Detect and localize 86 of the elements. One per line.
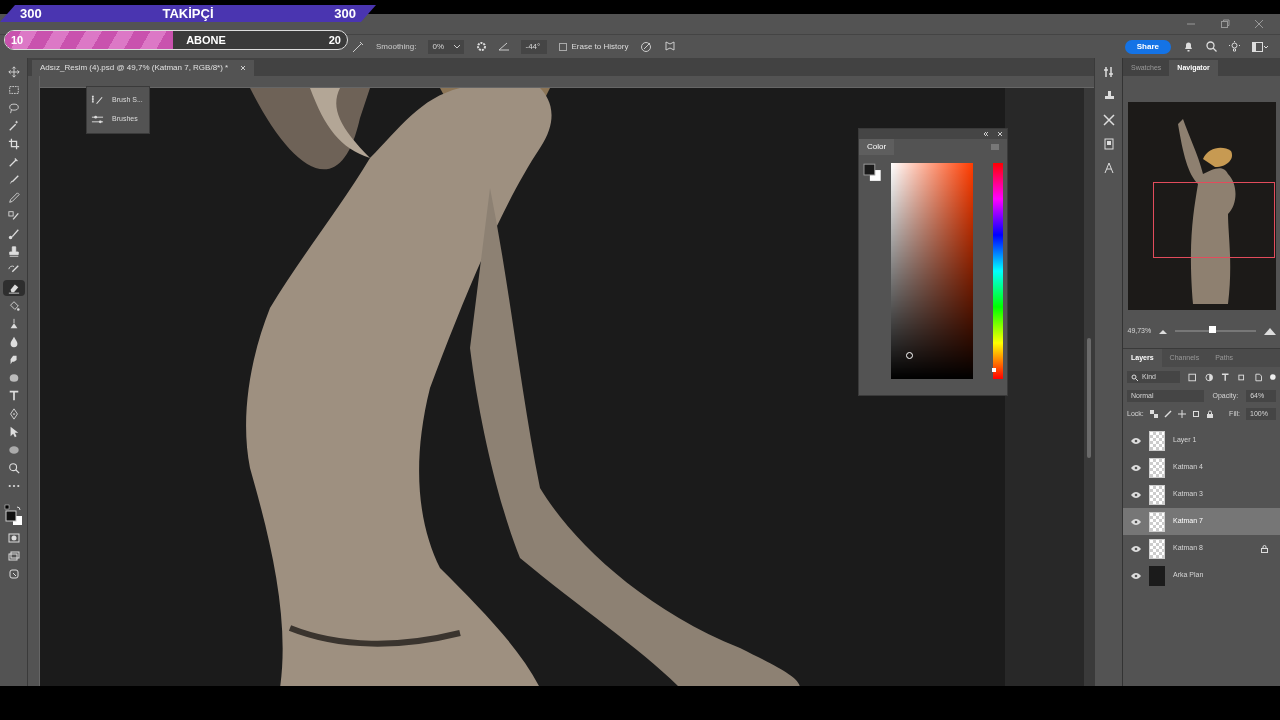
bell-icon[interactable]: [1183, 41, 1194, 52]
smoothing-label: Smoothing:: [376, 40, 417, 53]
layer-thumbnail: [1149, 457, 1165, 478]
eye-icon[interactable]: [1131, 491, 1141, 498]
smoothing-field[interactable]: 0%: [428, 39, 465, 54]
sliders-icon[interactable]: [91, 114, 104, 125]
eye-icon[interactable]: [1131, 545, 1141, 552]
crop-icon: [7, 138, 20, 150]
eyedropper-icon: [7, 156, 20, 168]
layer-thumbnail: [1149, 565, 1165, 586]
ellipse-icon: [7, 444, 20, 456]
document-tab[interactable]: Adsız_Resim (4).psd @ 49,7% (Katman 7, RGB/8*) *: [32, 60, 255, 76]
subscriber-start-count: 10: [11, 32, 24, 48]
layer-thumbnail: [1149, 511, 1165, 532]
move-lock-icon[interactable]: [1177, 410, 1186, 418]
close-icon[interactable]: [1254, 19, 1264, 29]
followers-count: 300: [20, 4, 42, 23]
close-icon[interactable]: [240, 65, 247, 71]
book-icon[interactable]: [1102, 138, 1115, 150]
layer-thumbnail: [1149, 538, 1165, 559]
share-button[interactable]: Share: [1124, 39, 1171, 54]
color-picker-field[interactable]: [890, 163, 974, 379]
erase-to-history-label[interactable]: Erase to History: [571, 40, 629, 53]
pencil-icon: [7, 192, 20, 204]
search-icon: [1131, 373, 1138, 381]
shape-filter-icon[interactable]: [1237, 372, 1246, 382]
half-circle-icon[interactable]: [1204, 372, 1213, 382]
screen-mode-icon[interactable]: [7, 550, 20, 562]
collapse-icon[interactable]: [983, 131, 989, 137]
lightbulb-icon[interactable]: [1229, 41, 1240, 52]
healing-brush-icon: [7, 210, 20, 222]
toggle-dot-icon[interactable]: [1270, 374, 1276, 380]
image-filter-icon[interactable]: [1188, 372, 1197, 382]
brush-settings-icon[interactable]: [91, 95, 104, 106]
zoom-icon: [7, 462, 20, 474]
followers-label: TAKİPÇİ: [162, 4, 214, 23]
layer-thumbnail: [1149, 430, 1165, 451]
eye-icon[interactable]: [1131, 518, 1141, 525]
move-icon: [7, 66, 20, 78]
lasso-icon: [7, 102, 20, 114]
subscriber-label: ABONE: [186, 32, 226, 48]
hue-marker[interactable]: [992, 368, 997, 373]
view-box-frame[interactable]: [1152, 182, 1275, 258]
hue-slider[interactable]: [993, 163, 1003, 379]
type-icon: [7, 390, 20, 402]
brush-settings-icon[interactable]: [352, 40, 364, 53]
search-icon[interactable]: [1206, 41, 1217, 52]
close-icon[interactable]: [997, 131, 1003, 137]
paint-bucket-icon: [7, 300, 20, 312]
type-filter-icon[interactable]: [1221, 372, 1230, 382]
brush-lock-icon[interactable]: [1163, 410, 1172, 418]
chevron-icon: [454, 44, 461, 49]
magic-wand-icon: [7, 120, 20, 132]
eye-icon[interactable]: [1131, 464, 1141, 471]
stamp-icon: [7, 246, 20, 258]
scrollbar-thumb[interactable]: [1087, 338, 1091, 458]
marquee-icon: [7, 84, 20, 96]
eraser-tool[interactable]: [2, 280, 25, 296]
smart-object-icon[interactable]: [1253, 372, 1263, 382]
glyph-icon[interactable]: [1102, 162, 1115, 174]
zoom-out-icon[interactable]: [1159, 328, 1168, 335]
color-swatches-icon[interactable]: [863, 163, 883, 183]
pen-icon: [7, 408, 20, 420]
layer-thumbnail: [1149, 484, 1165, 505]
subscriber-goal-count: 20: [328, 32, 341, 48]
quick-mask-icon[interactable]: [7, 532, 20, 544]
settings-icon[interactable]: [476, 41, 488, 52]
color-swatches-icon[interactable]: [3, 504, 24, 526]
angle-icon[interactable]: [499, 42, 510, 51]
checker-lock-icon[interactable]: [1149, 410, 1158, 418]
mixer-brush-icon: [7, 228, 20, 240]
followers-goal: 300: [334, 4, 356, 23]
eye-icon[interactable]: [1131, 437, 1141, 444]
restore-icon[interactable]: [1220, 19, 1230, 29]
color-panel-tab[interactable]: Color: [859, 139, 895, 155]
erase-to-history-checkbox[interactable]: [559, 42, 568, 51]
zoom-in-icon[interactable]: [1263, 327, 1276, 335]
angle-field[interactable]: -44°: [521, 39, 548, 54]
slider-thumb[interactable]: [1209, 326, 1217, 334]
eye-icon[interactable]: [1131, 572, 1141, 579]
adjustments-icon[interactable]: [1102, 66, 1115, 78]
workspace-icon[interactable]: [1252, 41, 1268, 52]
eraser-icon: [7, 282, 20, 294]
stamp-icon[interactable]: [1102, 90, 1115, 102]
lock-icon[interactable]: [1205, 410, 1214, 418]
artboard-lock-icon[interactable]: [1191, 410, 1200, 418]
